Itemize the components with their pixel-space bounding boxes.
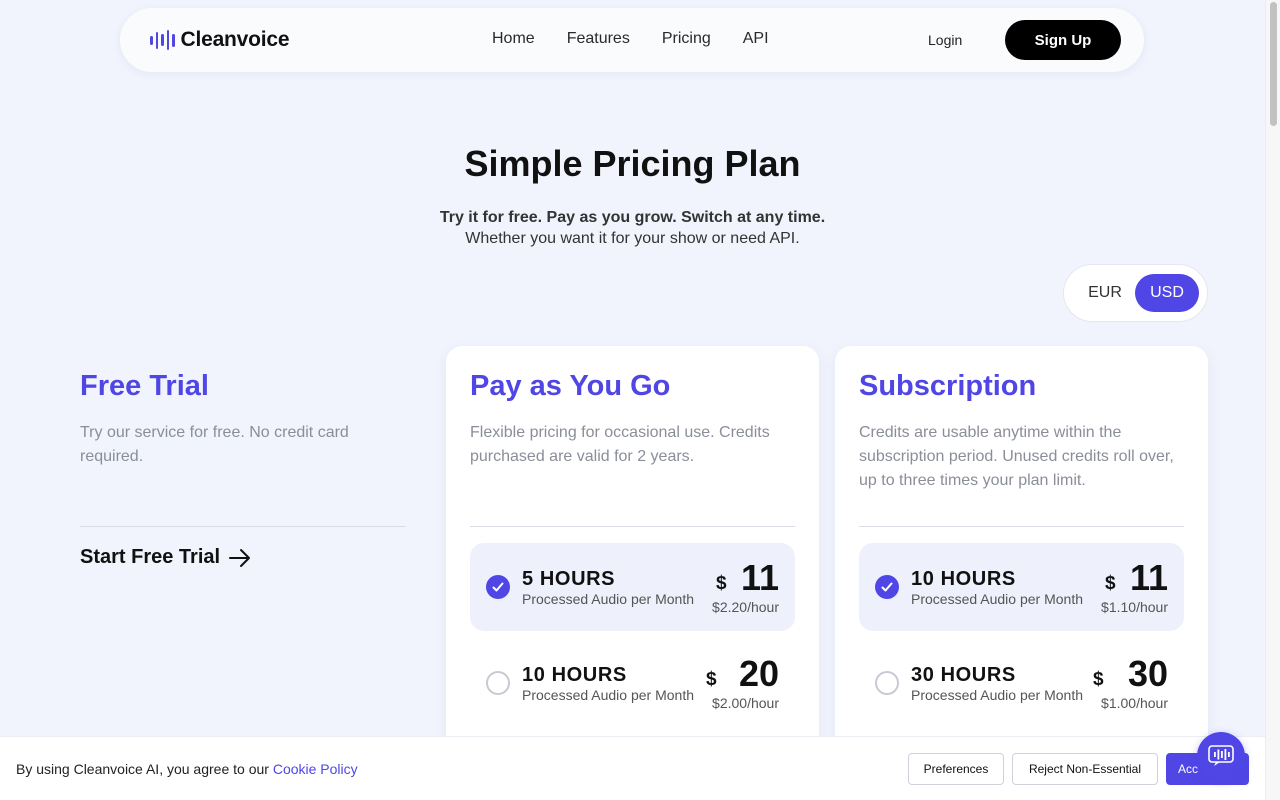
currency-toggle: EUR USD (1063, 264, 1208, 322)
plan-description: Credits are usable anytime within the su… (859, 424, 1174, 489)
nav-link-features[interactable]: Features (567, 30, 630, 48)
preferences-button[interactable]: Preferences (908, 753, 1004, 785)
currency-eur-option[interactable]: EUR (1074, 274, 1136, 312)
signup-button[interactable]: Sign Up (1005, 20, 1121, 60)
plan-title: Free Trial (80, 370, 209, 402)
pay-as-you-go-card: Pay as You Go Flexible pricing for occas… (446, 346, 819, 800)
option-subtitle: Processed Audio per Month (522, 591, 694, 607)
option-subtitle: Processed Audio per Month (522, 687, 694, 703)
option-rate: $1.00/hour (1101, 695, 1168, 711)
plan-title: Pay as You Go (470, 370, 671, 402)
currency-symbol: $ (716, 573, 727, 594)
nav-links: Home Features Pricing API (492, 30, 769, 48)
chat-waveform-icon (1208, 745, 1234, 766)
currency-symbol: $ (1105, 573, 1116, 594)
check-icon (492, 582, 504, 592)
divider (859, 526, 1184, 527)
option-rate: $1.10/hour (1101, 599, 1168, 615)
radio-unchecked[interactable] (875, 671, 899, 695)
currency-symbol: $ (1093, 669, 1104, 690)
plan-option[interactable]: 30 HOURS Processed Audio per Month $ 30 … (859, 639, 1184, 727)
subscription-card: Subscription Credits are usable anytime … (835, 346, 1208, 800)
currency-symbol: $ (706, 669, 717, 690)
cookie-message: By using Cleanvoice AI, you agree to our… (16, 761, 358, 777)
arrow-right-icon (229, 548, 251, 567)
radio-checked[interactable] (875, 575, 899, 599)
nav-link-home[interactable]: Home (492, 30, 535, 48)
option-hours: 5 HOURS (522, 568, 616, 590)
plan-title: Subscription (859, 370, 1037, 402)
cookie-banner: By using Cleanvoice AI, you agree to our… (0, 736, 1265, 800)
divider (80, 526, 406, 527)
option-subtitle: Processed Audio per Month (911, 591, 1083, 607)
plan-option[interactable]: 10 HOURS Processed Audio per Month $ 11 … (859, 543, 1184, 631)
start-free-trial-label: Start Free Trial (80, 546, 221, 568)
nav-link-api[interactable]: API (743, 30, 769, 48)
check-icon (881, 582, 893, 592)
plan-option[interactable]: 5 HOURS Processed Audio per Month $ 11 $… (470, 543, 795, 631)
scrollbar-thumb[interactable] (1270, 2, 1277, 126)
logo[interactable]: Cleanvoice (150, 28, 290, 52)
chat-widget-button[interactable] (1197, 732, 1245, 780)
option-price: 11 (740, 557, 779, 598)
login-link[interactable]: Login (928, 32, 962, 48)
nav-link-pricing[interactable]: Pricing (662, 30, 711, 48)
option-price: 11 (1129, 557, 1168, 598)
currency-usd-option[interactable]: USD (1135, 274, 1199, 312)
plan-description: Try our service for free. No credit card… (80, 424, 349, 465)
cookie-message-text: By using Cleanvoice AI, you agree to our (16, 761, 269, 777)
logo-waveform-icon (150, 29, 175, 51)
hero-subtitle: Whether you want it for your show or nee… (465, 230, 800, 247)
option-price: 30 (1127, 653, 1168, 694)
top-navbar: Cleanvoice Home Features Pricing API Log… (120, 8, 1144, 72)
option-rate: $2.20/hour (712, 599, 779, 615)
plan-option[interactable]: 10 HOURS Processed Audio per Month $ 20 … (470, 639, 795, 727)
radio-checked[interactable] (486, 575, 510, 599)
free-trial-plan: Free Trial Try our service for free. No … (80, 370, 406, 568)
option-rate: $2.00/hour (712, 695, 779, 711)
radio-unchecked[interactable] (486, 671, 510, 695)
start-free-trial-link[interactable]: Start Free Trial (80, 546, 252, 569)
reject-non-essential-button[interactable]: Reject Non-Essential (1012, 753, 1158, 785)
option-price: 20 (738, 653, 779, 694)
page-scrollbar[interactable] (1265, 0, 1280, 800)
option-hours: 30 HOURS (911, 664, 1016, 686)
option-hours: 10 HOURS (522, 664, 627, 686)
cookie-policy-link[interactable]: Cookie Policy (273, 761, 358, 777)
option-subtitle: Processed Audio per Month (911, 687, 1083, 703)
option-hours: 10 HOURS (911, 568, 1016, 590)
hero-subtitle-bold: Try it for free. Pay as you grow. Switch… (439, 209, 826, 226)
page-title: Simple Pricing Plan (464, 143, 801, 184)
plan-description: Flexible pricing for occasional use. Cre… (470, 424, 770, 465)
divider (470, 526, 795, 527)
logo-text: Cleanvoice (180, 28, 290, 51)
